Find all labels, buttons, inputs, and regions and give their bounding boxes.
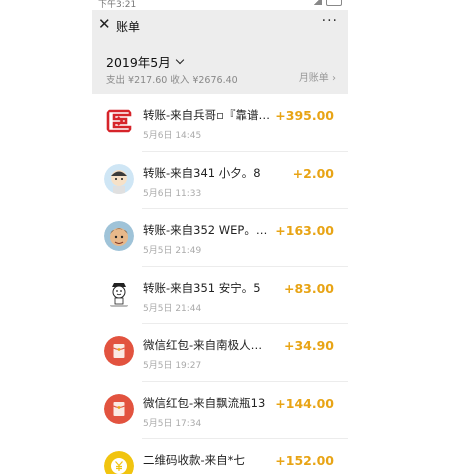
- transaction-row[interactable]: 转账-来自兵哥▫『靠谱才… 5月6日 14:45 +395.00: [92, 94, 348, 152]
- close-icon[interactable]: ✕: [98, 15, 111, 33]
- transaction-list: 转账-来自兵哥▫『靠谱才… 5月6日 14:45 +395.00 转账-来自34…: [92, 94, 348, 474]
- monthly-bill-link[interactable]: 月账单 ›: [299, 69, 336, 84]
- transaction-date: 5月5日 21:44: [143, 303, 202, 314]
- transaction-row[interactable]: 转账-来自351 安宁。5 5月5日 21:44 +83.00: [92, 266, 348, 324]
- page-title: 账单: [116, 20, 141, 34]
- yuan-coin-icon: [104, 451, 134, 474]
- transaction-row[interactable]: 转账-来自352 WEP。5降… 5月5日 21:49 +163.00: [92, 209, 348, 267]
- transaction-amount: +144.00: [275, 395, 334, 411]
- transaction-title: 二维码收款-来自*七: [143, 453, 245, 467]
- month-label: 2019年5月: [106, 55, 171, 70]
- red-packet-icon: [104, 336, 134, 366]
- transaction-title: 转账-来自351 安宁。5: [143, 280, 261, 295]
- cartoon-face-avatar-icon: [104, 221, 134, 251]
- transaction-date: 5月5日 19:27: [143, 361, 202, 371]
- chevron-down-icon: [175, 55, 185, 64]
- month-selector[interactable]: 2019年5月: [106, 52, 185, 71]
- transaction-title: 微信红包-来自南极人老…: [143, 338, 273, 352]
- transaction-title: 转账-来自兵哥▫『靠谱才…: [143, 108, 273, 122]
- cartoon-boy-avatar-icon: [104, 163, 134, 194]
- transaction-row[interactable]: 微信红包-来自南极人老… 5月5日 19:27 +34.90: [92, 324, 348, 382]
- transaction-amount: +83.00: [283, 280, 334, 296]
- phone-screen: 下午3:21 ✕ 账单 ··· 2019年5月 支出 ¥217.60 收入 ¥2…: [92, 0, 348, 474]
- transaction-title: 微信红包-来自飘流瓶13: [143, 395, 266, 410]
- transaction-row[interactable]: 转账-来自341 小夕。8 5月6日 11:33 +2.00: [92, 151, 348, 209]
- signal-icon: [312, 0, 322, 5]
- transaction-date: 5月5日 17:34: [143, 418, 202, 429]
- top-bar: ✕ 账单 ···: [92, 10, 348, 42]
- transaction-title: 转账-来自341 小夕。8: [143, 165, 261, 180]
- status-bar: 下午3:21: [92, 0, 348, 10]
- red-packet-icon: [104, 393, 134, 424]
- transaction-amount: +34.90: [283, 338, 334, 353]
- transaction-row[interactable]: 微信红包-来自飘流瓶13 5月5日 17:34 +144.00: [92, 381, 348, 439]
- month-totals: 支出 ¥217.60 收入 ¥2676.40: [106, 75, 238, 86]
- battery-icon: [326, 0, 342, 6]
- transaction-title: 转账-来自352 WEP。5降…: [143, 223, 273, 237]
- doodle-boy-avatar-icon: [104, 278, 134, 309]
- status-time: 下午3:21: [98, 0, 137, 10]
- logo-avatar-icon: [104, 106, 134, 136]
- transaction-amount: +395.00: [275, 108, 334, 123]
- transaction-amount: +2.00: [292, 165, 334, 181]
- month-summary: 2019年5月 支出 ¥217.60 收入 ¥2676.40 月账单 ›: [92, 42, 348, 94]
- transaction-date: 5月6日 11:33: [143, 188, 202, 199]
- transaction-amount: +152.00: [275, 453, 334, 468]
- transaction-row[interactable]: 二维码收款-来自*七 +152.00: [92, 439, 348, 474]
- transaction-amount: +163.00: [275, 223, 334, 238]
- transaction-date: 5月6日 14:45: [143, 131, 202, 141]
- more-icon[interactable]: ···: [322, 13, 338, 29]
- transaction-date: 5月5日 21:49: [143, 246, 202, 256]
